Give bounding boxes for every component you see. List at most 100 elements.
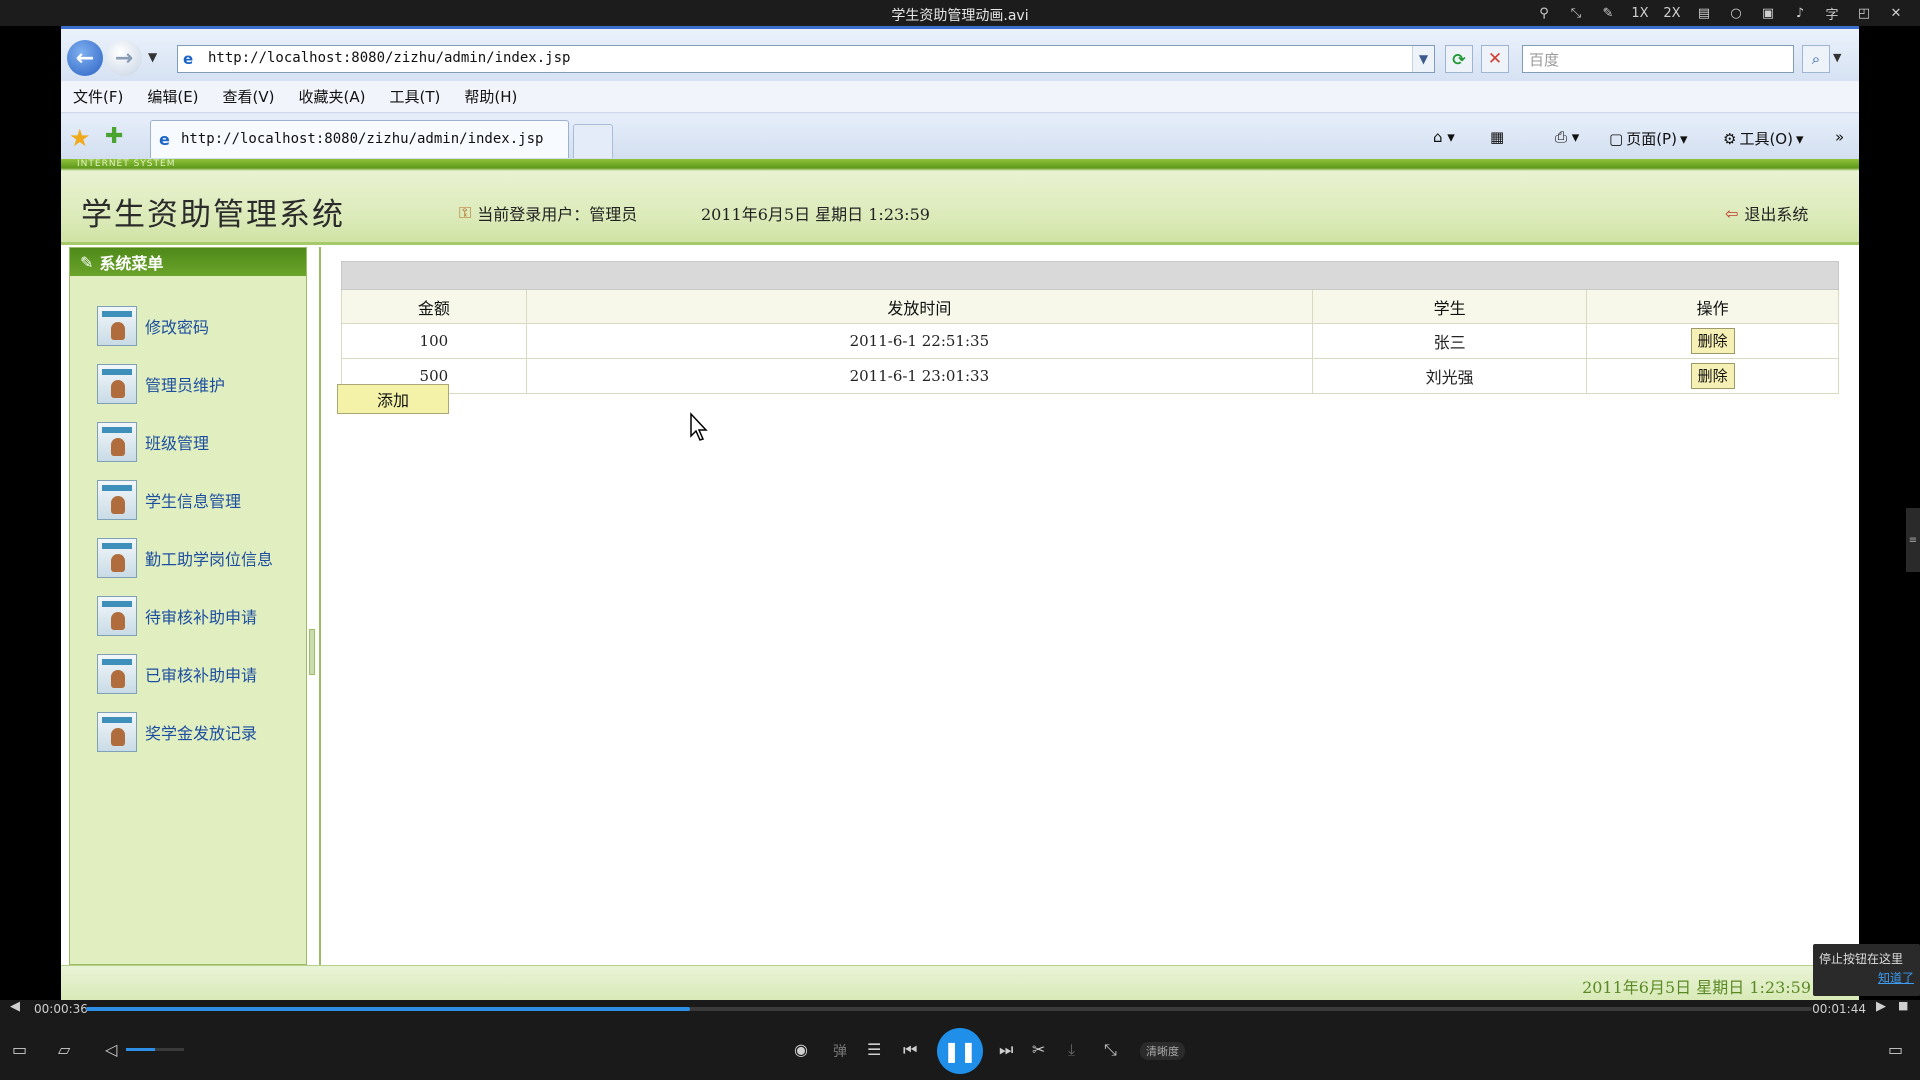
cell-student: 张三 xyxy=(1311,323,1588,359)
sidebar-splitter[interactable] xyxy=(309,629,315,675)
tip-text: 停止按钮在这里 xyxy=(1819,952,1904,966)
search-button[interactable]: ⌕ xyxy=(1802,45,1830,73)
logout-button[interactable]: ⇦ 退出系统 xyxy=(1725,201,1808,225)
sidebar-item-change-password[interactable]: 修改密码 xyxy=(97,306,209,346)
open-folder-icon[interactable]: ▱ xyxy=(58,1040,70,1059)
shrink-icon[interactable]: ⤡ xyxy=(1104,1040,1117,1060)
stop-button[interactable]: ✕ xyxy=(1481,45,1509,73)
search-input[interactable]: 百度 xyxy=(1522,45,1794,73)
sidebar-item-approved-aid[interactable]: 已审核补助申请 xyxy=(97,654,257,694)
header-datetime: 2011年6月5日 星期日 1:23:59 xyxy=(701,205,930,224)
favorites-star-icon[interactable]: ★ xyxy=(69,124,91,152)
add-button[interactable]: 添加 xyxy=(337,384,449,414)
records-table: 金额 发放时间 学生 操作 100 2011-6-1 22:51:35 张三 删… xyxy=(341,261,1839,394)
feeds-icon[interactable]: ▦ xyxy=(1490,128,1504,146)
player-control-bar: ◀ 00:00:36 00:01:44 ▶ ■ ▭ ▱ ◁ ◉ 弹 ☰ ⏮ ❚❚… xyxy=(0,999,1920,1080)
logout-label: 退出系统 xyxy=(1744,205,1809,224)
sidebar-item-class-manage[interactable]: 班级管理 xyxy=(97,422,209,462)
add-favorite-icon[interactable]: ✚ xyxy=(105,124,123,149)
page-menu-label: 页面(P) xyxy=(1626,130,1677,148)
bulb-icon[interactable]: ○ xyxy=(1720,3,1752,23)
tagline: INTERNET SYSTEM xyxy=(77,159,176,169)
sidebar-item-admin-maintain[interactable]: 管理员维护 xyxy=(97,364,225,404)
cell-action: 删除 xyxy=(1586,358,1839,394)
home-icon[interactable]: ⌂ ▾ xyxy=(1433,128,1455,146)
address-url[interactable]: http://localhost:8080/zizhu/admin/index.… xyxy=(208,50,570,66)
subtitle-icon[interactable]: 字 xyxy=(1816,3,1848,23)
history-dropdown-icon[interactable]: ▼ xyxy=(148,50,157,64)
delete-button[interactable]: 删除 xyxy=(1690,328,1735,354)
sidebar: ✎ 系统菜单 修改密码 管理员维护 班级管理 学生信息管理 勤工助学岗位信息 待… xyxy=(69,247,307,965)
equalizer-icon[interactable]: ☰ xyxy=(867,1040,881,1059)
menu-view[interactable]: 查看(V) xyxy=(223,86,275,107)
prev-frame-icon[interactable]: ◀ xyxy=(10,999,20,1014)
current-time: 00:00:36 xyxy=(34,1002,88,1016)
download-icon[interactable]: ⤓ xyxy=(1068,1040,1075,1060)
tab-title: http://localhost:8080/zizhu/admin/index.… xyxy=(181,131,544,147)
picture-icon[interactable]: ▣ xyxy=(1752,3,1784,23)
admin-icon xyxy=(97,596,137,636)
search-options-icon[interactable]: ▼ xyxy=(1833,51,1841,64)
previous-icon[interactable]: ⏮ xyxy=(903,1040,917,1060)
chevron-right-icon[interactable]: » xyxy=(1835,128,1844,146)
new-tab-button[interactable] xyxy=(573,124,613,158)
table-row: 500 2011-6-1 23:01:33 刘光强 删除 xyxy=(341,358,1839,394)
menu-tools[interactable]: 工具(T) xyxy=(389,86,440,107)
address-row: ← → ▼ e http://localhost:8080/zizhu/admi… xyxy=(61,29,1859,81)
volume-icon[interactable]: ◁ xyxy=(105,1040,117,1059)
sidebar-item-pending-aid[interactable]: 待审核补助申请 xyxy=(97,596,257,636)
tools-menu[interactable]: ⚙ 工具(O) ▾ xyxy=(1723,128,1804,149)
sidebar-item-label: 勤工助学岗位信息 xyxy=(145,550,274,569)
footer-datetime: 2011年6月5日 星期日 1:23:59 xyxy=(1582,978,1811,997)
menu-edit[interactable]: 编辑(E) xyxy=(147,86,198,107)
side-panel-toggle[interactable]: ≡ xyxy=(1906,508,1920,572)
column-header: 学生 xyxy=(1311,289,1588,324)
menu-help[interactable]: 帮助(H) xyxy=(464,86,517,107)
column-header: 操作 xyxy=(1586,289,1839,324)
admin-icon xyxy=(97,654,137,694)
delete-button[interactable]: 删除 xyxy=(1690,363,1735,389)
address-bar[interactable]: e http://localhost:8080/zizhu/admin/inde… xyxy=(177,45,1435,73)
audio-icon[interactable]: ♪ xyxy=(1784,3,1816,23)
page-menu[interactable]: ▢ 页面(P) ▾ xyxy=(1609,128,1687,149)
screenshot-icon[interactable]: ◰ xyxy=(1848,3,1880,23)
mini-icon[interactable]: ⤡ xyxy=(1560,3,1592,23)
volume-slider[interactable] xyxy=(126,1048,184,1051)
pin-icon[interactable]: ⚲ xyxy=(1528,3,1560,23)
forward-button[interactable]: → xyxy=(106,40,142,76)
next-icon[interactable]: ⏭ xyxy=(999,1040,1013,1060)
quality-button[interactable]: 清晰度 xyxy=(1140,1042,1185,1060)
cell-time: 2011-6-1 23:01:33 xyxy=(525,358,1314,394)
pause-button[interactable]: ❚❚ xyxy=(937,1028,983,1074)
speed-1x-button[interactable]: 1X xyxy=(1624,3,1656,23)
sidebar-item-label: 学生信息管理 xyxy=(145,492,242,511)
address-dropdown-icon[interactable]: ▼ xyxy=(1412,46,1434,72)
tip-dismiss-link[interactable]: 知道了 xyxy=(1819,969,1914,986)
current-user: ⚿ 当前登录用户：管理员 xyxy=(459,201,637,225)
menu-file[interactable]: 文件(F) xyxy=(73,86,123,107)
playlist-icon[interactable]: ▭ xyxy=(12,1040,27,1059)
progress-fill xyxy=(86,1007,691,1011)
web-page: INTERNET SYSTEM 学生资助管理系统 ⚿ 当前登录用户：管理员 20… xyxy=(61,159,1859,1000)
sidebar-item-work-study[interactable]: 勤工助学岗位信息 xyxy=(97,538,273,578)
stop-icon[interactable]: ■ xyxy=(1898,999,1908,1012)
visibility-icon[interactable]: ◉ xyxy=(794,1040,808,1059)
print-icon[interactable]: ⎙ ▾ xyxy=(1555,128,1579,146)
progress-bar[interactable] xyxy=(86,1007,1812,1011)
sidebar-item-student-info[interactable]: 学生信息管理 xyxy=(97,480,241,520)
next-frame-icon[interactable]: ▶ xyxy=(1876,999,1886,1014)
cut-icon[interactable]: ✂ xyxy=(1032,1040,1045,1059)
speed-2x-button[interactable]: 2X xyxy=(1656,3,1688,23)
sidebar-header-label: 系统菜单 xyxy=(99,254,164,273)
edit-icon[interactable]: ✎ xyxy=(1592,3,1624,23)
danmu-button[interactable]: 弹 xyxy=(833,1041,847,1061)
layout-icon[interactable]: ▤ xyxy=(1688,3,1720,23)
tab-active[interactable]: e http://localhost:8080/zizhu/admin/inde… xyxy=(150,120,569,158)
menu-favorites[interactable]: 收藏夹(A) xyxy=(299,86,366,107)
back-button[interactable]: ← xyxy=(67,40,103,76)
refresh-button[interactable]: ⟳ xyxy=(1445,45,1473,73)
fullscreen-icon[interactable]: ▭ xyxy=(1888,1040,1903,1059)
sidebar-item-scholarship-records[interactable]: 奖学金发放记录 xyxy=(97,712,257,752)
close-icon[interactable]: ✕ xyxy=(1880,3,1912,23)
sidebar-header: ✎ 系统菜单 xyxy=(70,248,306,276)
